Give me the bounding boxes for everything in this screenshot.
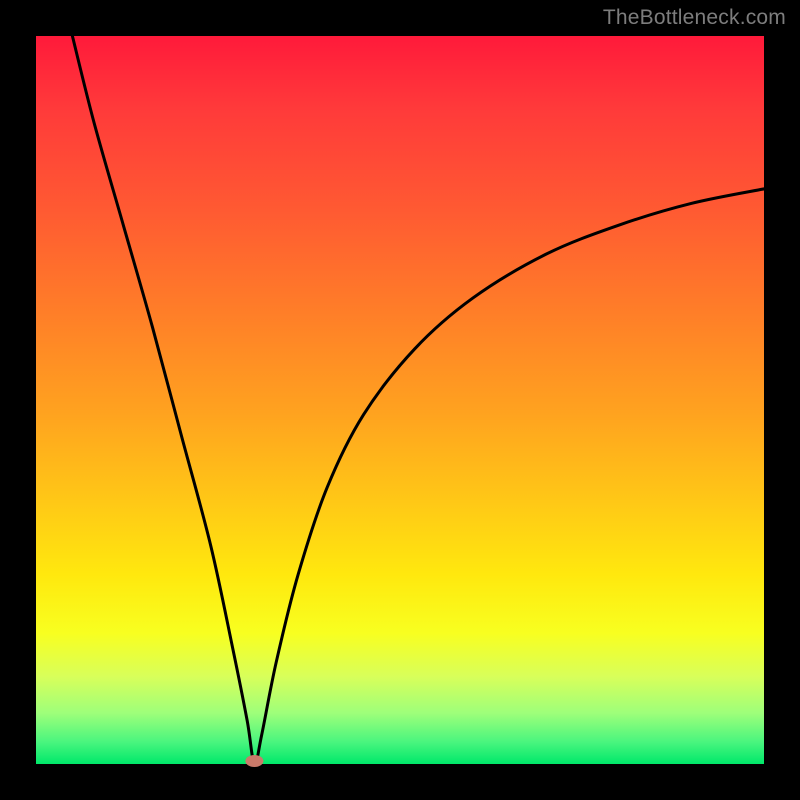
plot-area	[36, 36, 764, 764]
bottleneck-curve	[72, 36, 764, 764]
watermark-text: TheBottleneck.com	[603, 6, 786, 30]
chart-frame: TheBottleneck.com	[0, 0, 800, 800]
minimum-marker	[245, 755, 263, 767]
curve-svg	[36, 36, 764, 764]
